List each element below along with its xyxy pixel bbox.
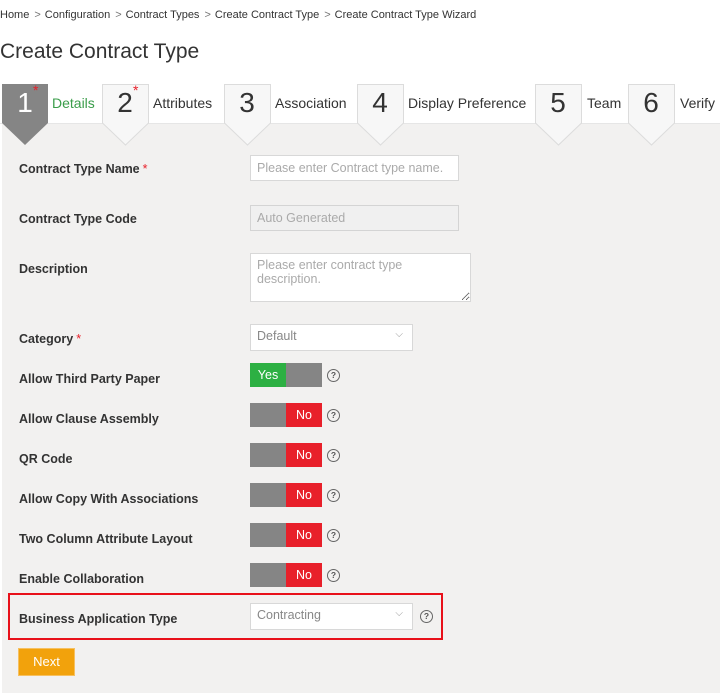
tab-verify[interactable]: Verify — [680, 95, 715, 111]
step-5-badge[interactable]: 5 — [535, 84, 582, 146]
step-1-badge[interactable]: 1 * — [2, 82, 48, 145]
qr-code-label: QR Code — [19, 452, 73, 466]
breadcrumb-separator: > — [324, 9, 331, 21]
allow-copy-with-associations-toggle[interactable]: No — [250, 483, 322, 507]
breadcrumb: Home > Configuration > Contract Types > Create… — [0, 9, 476, 21]
tab-details[interactable]: Details — [52, 95, 95, 111]
tab-team[interactable]: Team — [587, 95, 621, 111]
category-label: Category * — [19, 332, 82, 346]
enable-collaboration-toggle[interactable]: No — [250, 563, 322, 587]
breadcrumb-contract-types[interactable]: Contract Types — [126, 9, 200, 21]
allow-copy-with-associations-label: Allow Copy With Associations — [19, 492, 199, 506]
toggle-no-state: No — [286, 443, 322, 467]
description-textarea[interactable] — [250, 253, 471, 302]
breadcrumb-wizard: Create Contract Type Wizard — [334, 9, 477, 21]
tab-association[interactable]: Association — [275, 95, 347, 111]
help-icon[interactable]: ? — [327, 529, 340, 542]
help-icon[interactable]: ? — [327, 489, 340, 502]
step-2-badge[interactable]: 2 * — [102, 82, 149, 146]
step-number: 1 — [17, 87, 33, 118]
toggle-no-state: No — [286, 483, 322, 507]
breadcrumb-separator: > — [115, 9, 122, 21]
step-number: 5 — [550, 87, 566, 118]
toggle-knob — [250, 483, 286, 507]
chevron-down-icon: ⌵ — [395, 608, 403, 619]
help-icon[interactable]: ? — [327, 369, 340, 382]
tab-attributes[interactable]: Attributes — [153, 95, 212, 111]
breadcrumb-configuration[interactable]: Configuration — [45, 9, 110, 21]
toggle-no-state: No — [286, 403, 322, 427]
qr-code-toggle[interactable]: No — [250, 443, 322, 467]
next-button[interactable]: Next — [18, 648, 75, 676]
breadcrumb-separator: > — [34, 9, 41, 21]
step-number: 4 — [372, 87, 388, 118]
step-3-badge[interactable]: 3 — [224, 84, 271, 146]
business-application-type-label: Business Application Type — [19, 612, 178, 626]
page-title: Create Contract Type — [0, 40, 200, 63]
help-icon[interactable]: ? — [327, 409, 340, 422]
step-number: 3 — [239, 87, 255, 118]
toggle-knob — [250, 403, 286, 427]
required-star: * — [142, 162, 148, 176]
toggle-no-state: No — [286, 523, 322, 547]
two-column-attribute-layout-toggle[interactable]: No — [250, 523, 322, 547]
category-select[interactable]: Default ⌵ — [250, 324, 413, 351]
help-icon[interactable]: ? — [327, 569, 340, 582]
tab-display-preference[interactable]: Display Preference — [408, 95, 526, 111]
breadcrumb-separator: > — [204, 9, 211, 21]
required-star: * — [76, 332, 82, 346]
toggle-knob — [250, 443, 286, 467]
allow-third-party-paper-toggle[interactable]: Yes — [250, 363, 322, 387]
help-icon[interactable]: ? — [420, 610, 433, 623]
enable-collaboration-label: Enable Collaboration — [19, 572, 145, 586]
required-star: * — [133, 82, 139, 98]
description-label: Description — [19, 262, 88, 276]
allow-third-party-paper-label: Allow Third Party Paper — [19, 372, 161, 386]
contract-type-name-input[interactable] — [250, 155, 459, 181]
chevron-down-icon: ⌵ — [395, 329, 403, 340]
step-4-badge[interactable]: 4 — [357, 84, 404, 146]
toggle-yes-state: Yes — [250, 363, 286, 387]
contract-type-name-label: Contract Type Name * — [19, 162, 148, 176]
business-application-type-selected-value: Contracting — [257, 608, 321, 622]
breadcrumb-home[interactable]: Home — [0, 9, 29, 21]
category-selected-value: Default — [257, 329, 297, 343]
toggle-knob — [250, 523, 286, 547]
help-icon[interactable]: ? — [327, 449, 340, 462]
step-number: 6 — [643, 87, 659, 118]
required-star: * — [33, 82, 39, 98]
allow-clause-assembly-toggle[interactable]: No — [250, 403, 322, 427]
breadcrumb-create-contract-type[interactable]: Create Contract Type — [215, 9, 319, 21]
toggle-no-state: No — [286, 563, 322, 587]
toggle-knob — [286, 363, 322, 387]
step-6-badge[interactable]: 6 — [628, 84, 675, 146]
business-application-type-select[interactable]: Contracting ⌵ — [250, 603, 413, 630]
toggle-knob — [250, 563, 286, 587]
wizard-steps: 1 * Details 2 * Attributes 3 Association… — [0, 82, 720, 146]
allow-clause-assembly-label: Allow Clause Assembly — [19, 412, 159, 426]
contract-type-code-label: Contract Type Code — [19, 212, 137, 226]
step-number: 2 — [117, 87, 133, 118]
contract-type-code-input — [250, 205, 459, 231]
two-column-attribute-layout-label: Two Column Attribute Layout — [19, 532, 193, 546]
